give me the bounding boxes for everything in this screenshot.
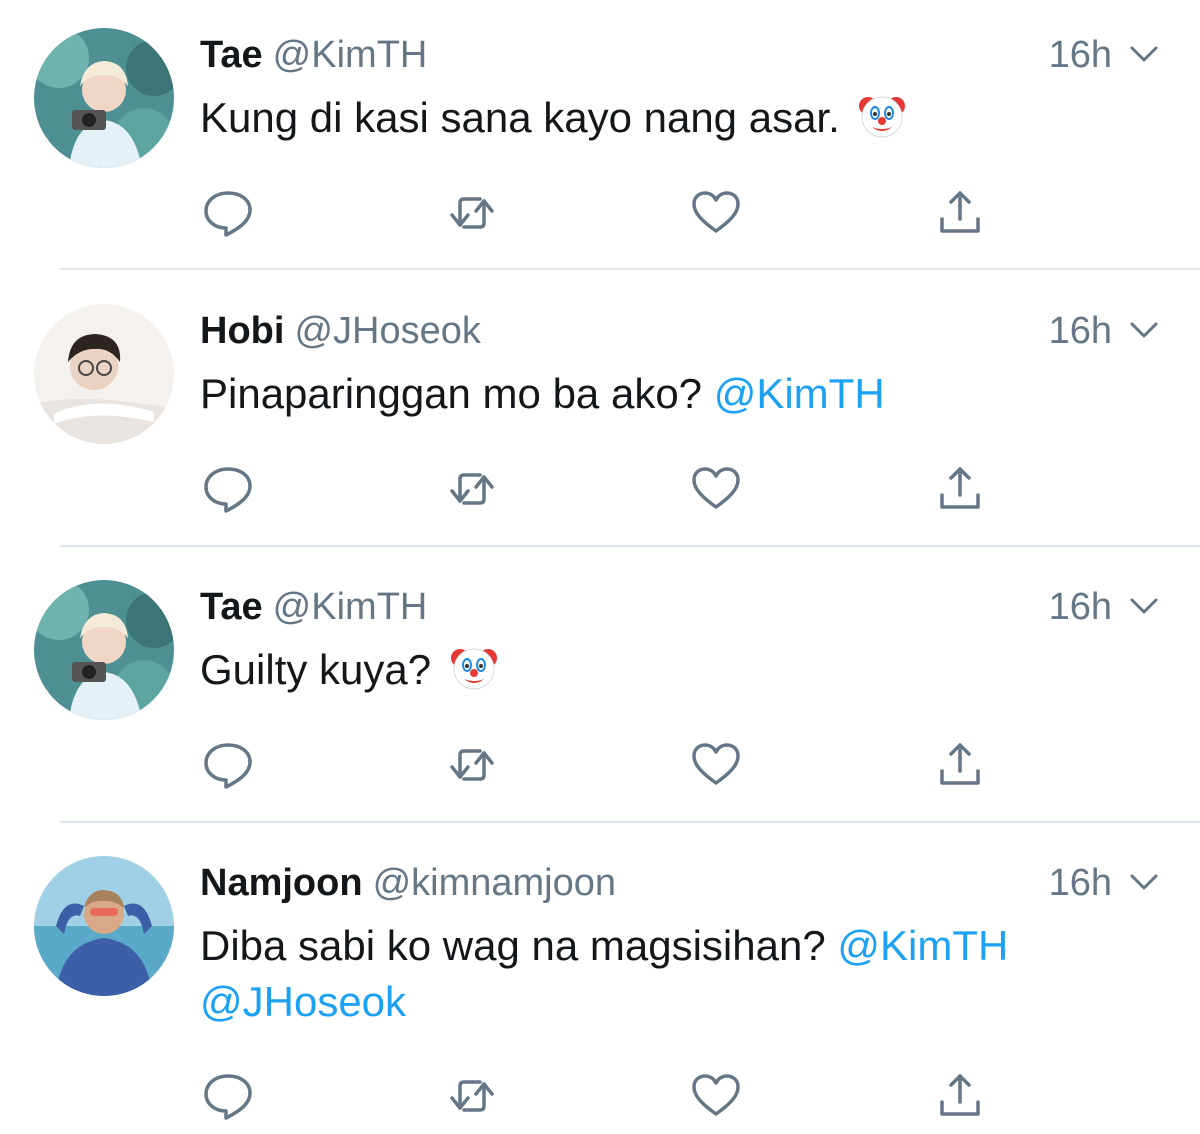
share-icon bbox=[940, 743, 980, 785]
tweet[interactable]: Tae @KimTH 16h Guilty kuya? bbox=[0, 552, 1200, 822]
share-icon bbox=[940, 1074, 980, 1116]
share-icon bbox=[940, 467, 980, 509]
timestamp: 16h bbox=[1048, 586, 1112, 628]
avatar[interactable] bbox=[34, 580, 174, 720]
mention-link[interactable]: @KimTH bbox=[837, 922, 1008, 969]
chevron-down-icon[interactable] bbox=[1128, 318, 1160, 342]
retweet-button[interactable] bbox=[444, 1068, 500, 1124]
avatar-image-namjoon bbox=[34, 856, 174, 996]
tweet-actions bbox=[0, 461, 1200, 521]
heart-icon bbox=[692, 191, 740, 233]
divider bbox=[60, 821, 1200, 823]
user-handle[interactable]: @KimTH bbox=[273, 34, 428, 76]
retweet-button[interactable] bbox=[444, 737, 500, 793]
reply-button[interactable] bbox=[200, 1068, 256, 1124]
tweet-header: Namjoon @kimnamjoon 16h bbox=[200, 858, 1160, 908]
retweet-button[interactable] bbox=[444, 461, 500, 517]
reply-button[interactable] bbox=[200, 737, 256, 793]
tweet-feed: Tae @KimTH 16h Kung di kasi sana kayo nan… bbox=[0, 0, 1200, 1134]
mention-link[interactable]: @JHoseok bbox=[200, 978, 406, 1025]
tweet[interactable]: Namjoon @kimnamjoon 16h Diba sabi ko wag … bbox=[0, 828, 1200, 1134]
tweet-body: Guilty kuya? bbox=[200, 646, 432, 693]
share-button[interactable] bbox=[932, 185, 988, 241]
retweet-icon bbox=[450, 1080, 494, 1112]
like-button[interactable] bbox=[688, 185, 744, 241]
retweet-button[interactable] bbox=[444, 185, 500, 241]
display-name[interactable]: Tae bbox=[200, 586, 263, 628]
tweet-text: Kung di kasi sana kayo nang asar. bbox=[200, 90, 1160, 146]
display-name[interactable]: Hobi bbox=[200, 310, 284, 352]
heart-icon bbox=[692, 467, 740, 509]
tweet-body: Kung di kasi sana kayo nang asar. bbox=[200, 94, 840, 141]
retweet-icon bbox=[450, 749, 494, 781]
clown-face-icon bbox=[450, 648, 497, 690]
tweet-body: Diba sabi ko wag na magsisihan? bbox=[200, 922, 826, 969]
tweet-actions bbox=[0, 737, 1200, 797]
timestamp: 16h bbox=[1048, 34, 1112, 76]
tweet-body: Pinaparinggan mo ba ako? bbox=[200, 370, 703, 417]
heart-icon bbox=[692, 743, 740, 785]
like-button[interactable] bbox=[688, 461, 744, 517]
chevron-down-icon[interactable] bbox=[1128, 42, 1160, 66]
share-button[interactable] bbox=[932, 737, 988, 793]
retweet-icon bbox=[450, 197, 494, 229]
user-handle[interactable]: @KimTH bbox=[273, 586, 428, 628]
tweet-header: Tae @KimTH 16h bbox=[200, 582, 1160, 632]
clown-face-icon bbox=[859, 96, 906, 138]
like-button[interactable] bbox=[688, 1068, 744, 1124]
like-button[interactable] bbox=[688, 737, 744, 793]
reply-icon bbox=[204, 191, 252, 237]
reply-icon bbox=[204, 1074, 252, 1120]
avatar-image-tae bbox=[34, 28, 174, 168]
reply-icon bbox=[204, 743, 252, 789]
avatar-image-tae bbox=[34, 580, 174, 720]
tweet-text: Guilty kuya? bbox=[200, 642, 1160, 698]
share-button[interactable] bbox=[932, 461, 988, 517]
avatar[interactable] bbox=[34, 304, 174, 444]
divider bbox=[60, 268, 1200, 270]
reply-button[interactable] bbox=[200, 185, 256, 241]
tweet-header: Tae @KimTH 16h bbox=[200, 30, 1160, 80]
timestamp: 16h bbox=[1048, 862, 1112, 904]
display-name[interactable]: Tae bbox=[200, 34, 263, 76]
reply-button[interactable] bbox=[200, 461, 256, 517]
share-button[interactable] bbox=[932, 1068, 988, 1124]
tweet-text: Diba sabi ko wag na magsisihan? @KimTH @… bbox=[200, 918, 1160, 1030]
tweet-text: Pinaparinggan mo ba ako? @KimTH bbox=[200, 366, 1160, 422]
tweet-actions bbox=[0, 185, 1200, 245]
heart-icon bbox=[692, 1074, 740, 1116]
reply-icon bbox=[204, 467, 252, 513]
avatar[interactable] bbox=[34, 856, 174, 996]
tweet[interactable]: Hobi @JHoseok 16h Pinaparinggan mo ba ako… bbox=[0, 276, 1200, 546]
mention-link[interactable]: @KimTH bbox=[714, 370, 885, 417]
user-handle[interactable]: @JHoseok bbox=[294, 310, 480, 352]
avatar-image-hobi bbox=[34, 304, 174, 444]
avatar[interactable] bbox=[34, 28, 174, 168]
divider bbox=[60, 545, 1200, 547]
chevron-down-icon[interactable] bbox=[1128, 594, 1160, 618]
timestamp: 16h bbox=[1048, 310, 1112, 352]
retweet-icon bbox=[450, 473, 494, 505]
chevron-down-icon[interactable] bbox=[1128, 870, 1160, 894]
display-name[interactable]: Namjoon bbox=[200, 862, 363, 904]
tweet-header: Hobi @JHoseok 16h bbox=[200, 306, 1160, 356]
user-handle[interactable]: @kimnamjoon bbox=[373, 862, 616, 904]
tweet[interactable]: Tae @KimTH 16h Kung di kasi sana kayo nan… bbox=[0, 0, 1200, 270]
tweet-actions bbox=[0, 1068, 1200, 1128]
share-icon bbox=[940, 191, 980, 233]
